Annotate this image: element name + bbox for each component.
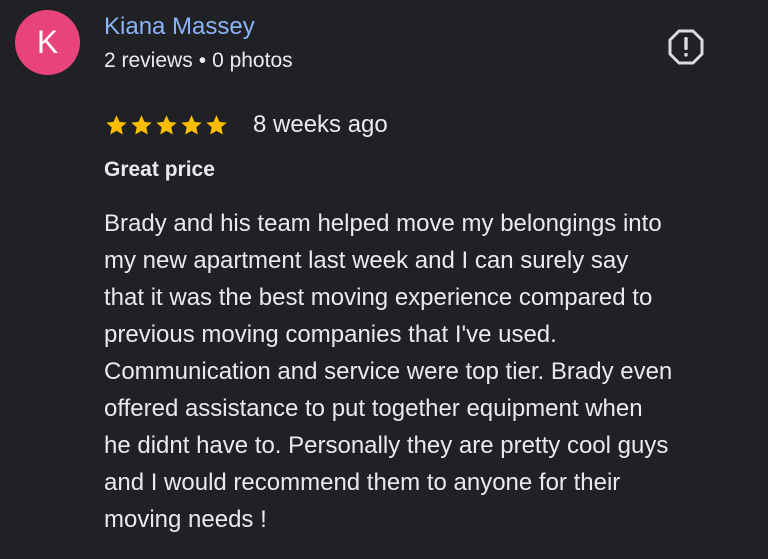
star-icon [156,114,177,134]
star-icon [131,114,152,134]
review-body-line: my new apartment last week and I can sur… [104,247,629,274]
rating-row: 8 weeks ago [104,108,388,142]
review-body-line: he didnt have to. Personally they are pr… [104,432,669,459]
review-body-line: that it was the best moving experience c… [104,284,653,311]
review-body: Brady and his team helped move my belong… [104,205,744,538]
report-button[interactable] [666,27,706,67]
photos-count: 0 photos [212,49,293,72]
review-body-line: Communication and service were top tier.… [104,358,673,385]
star-icon [181,114,202,134]
avatar[interactable]: K [15,10,80,75]
review-body-line: Brady and his team helped move my belong… [104,210,662,237]
reviewer-meta: 2 reviews • 0 photos [104,47,293,75]
star-rating [104,113,229,138]
reviewer-name[interactable]: Kiana Massey [104,11,255,43]
reviews-count: 2 reviews [104,49,193,72]
meta-separator: • [198,49,207,72]
review-body-line: moving needs ! [104,506,267,533]
report-flag-icon [668,29,704,65]
review-body-line: previous moving companies that I've used… [104,321,557,348]
review-body-line: and I would recommend them to anyone for… [104,469,621,496]
star-icon [106,114,127,134]
review-body-line: offered assistance to put together equip… [104,395,643,422]
avatar-initial: K [36,24,59,60]
review-title: Great price [104,158,215,181]
star-icon [206,114,227,134]
review-time: 8 weeks ago [253,111,388,138]
